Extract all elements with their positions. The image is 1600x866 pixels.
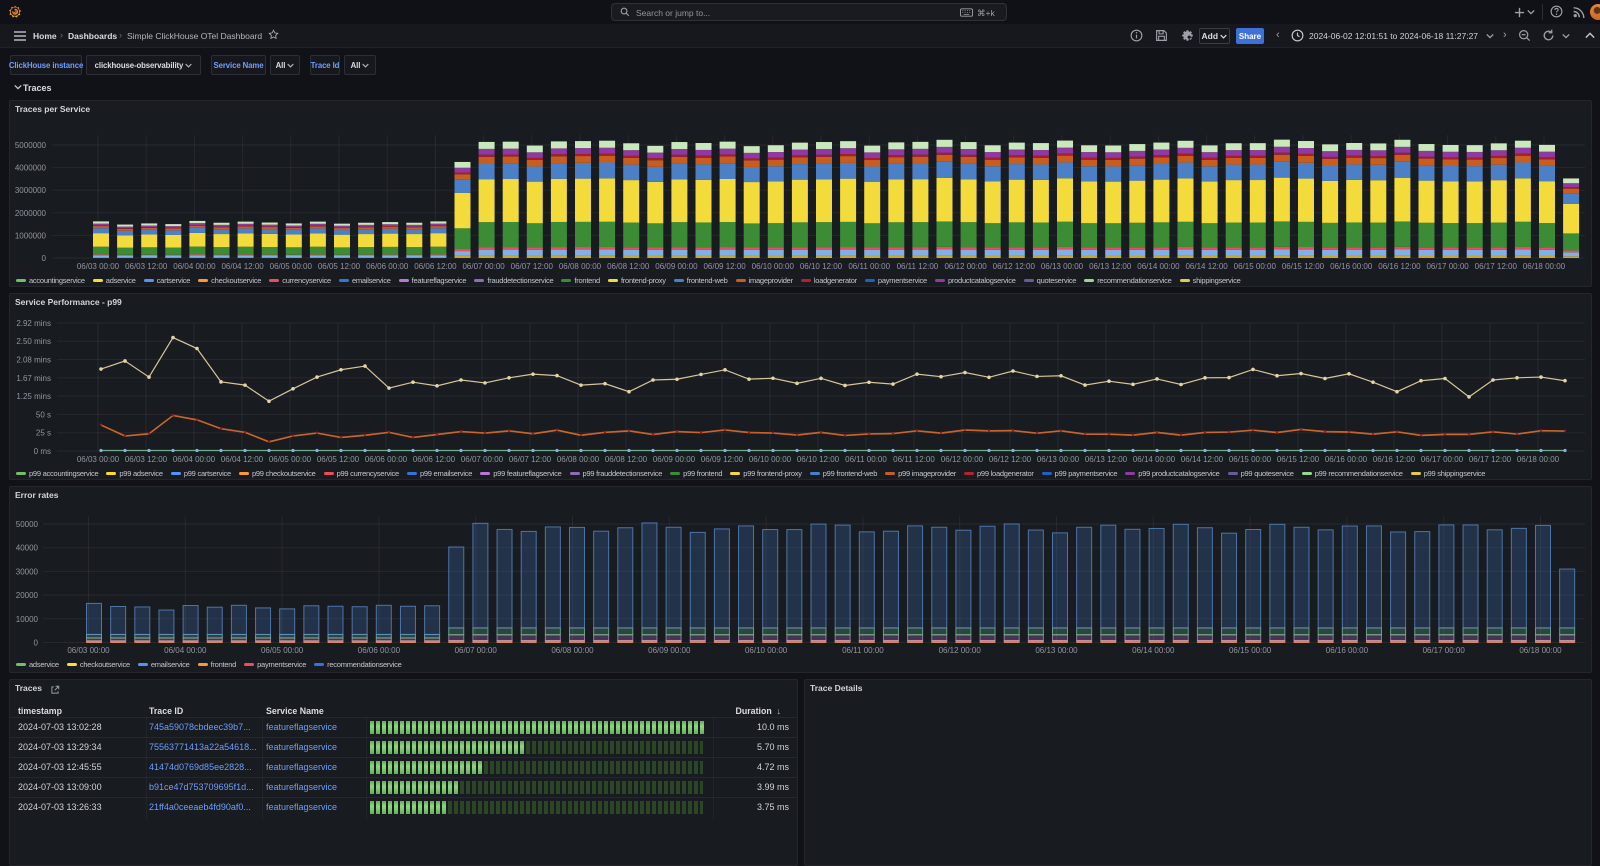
svg-text:06/03 00:00: 06/03 00:00 bbox=[77, 262, 120, 271]
svg-text:06/04 00:00: 06/04 00:00 bbox=[173, 455, 216, 464]
svg-text:06/09 00:00: 06/09 00:00 bbox=[653, 455, 696, 464]
svg-text:06/11 12:00: 06/11 12:00 bbox=[893, 455, 935, 464]
svg-text:06/14 12:00: 06/14 12:00 bbox=[1181, 455, 1224, 464]
svg-text:06/12 00:00: 06/12 00:00 bbox=[941, 455, 984, 464]
svg-text:06/07 00:00: 06/07 00:00 bbox=[455, 646, 498, 655]
svg-text:06/16 00:00: 06/16 00:00 bbox=[1326, 646, 1369, 655]
svg-text:06/09 00:00: 06/09 00:00 bbox=[648, 646, 691, 655]
svg-text:06/15 12:00: 06/15 12:00 bbox=[1277, 455, 1320, 464]
svg-text:06/11 00:00: 06/11 00:00 bbox=[845, 455, 887, 464]
svg-text:06/04 00:00: 06/04 00:00 bbox=[173, 262, 216, 271]
svg-text:2.92 mins: 2.92 mins bbox=[16, 319, 51, 328]
svg-text:06/18 00:00: 06/18 00:00 bbox=[1519, 646, 1562, 655]
svg-text:06/09 12:00: 06/09 12:00 bbox=[703, 262, 746, 271]
svg-text:06/03 00:00: 06/03 00:00 bbox=[67, 646, 110, 655]
svg-text:06/17 00:00: 06/17 00:00 bbox=[1421, 455, 1464, 464]
svg-text:06/10 12:00: 06/10 12:00 bbox=[797, 455, 840, 464]
svg-text:06/15 00:00: 06/15 00:00 bbox=[1229, 455, 1272, 464]
svg-text:06/07 12:00: 06/07 12:00 bbox=[511, 262, 554, 271]
svg-text:06/05 00:00: 06/05 00:00 bbox=[269, 455, 312, 464]
svg-text:06/11 00:00: 06/11 00:00 bbox=[842, 646, 884, 655]
svg-text:20000: 20000 bbox=[16, 591, 39, 600]
svg-text:06/11 00:00: 06/11 00:00 bbox=[848, 262, 890, 271]
svg-text:06/08 12:00: 06/08 12:00 bbox=[607, 262, 650, 271]
svg-text:2000000: 2000000 bbox=[15, 209, 47, 218]
svg-text:06/16 00:00: 06/16 00:00 bbox=[1330, 262, 1373, 271]
svg-text:06/16 12:00: 06/16 12:00 bbox=[1378, 262, 1421, 271]
svg-text:4000000: 4000000 bbox=[15, 164, 47, 173]
svg-text:06/07 12:00: 06/07 12:00 bbox=[509, 455, 552, 464]
svg-text:06/17 00:00: 06/17 00:00 bbox=[1423, 646, 1466, 655]
svg-text:5000000: 5000000 bbox=[15, 141, 47, 150]
svg-text:06/06 00:00: 06/06 00:00 bbox=[366, 262, 409, 271]
svg-text:06/06 12:00: 06/06 12:00 bbox=[414, 262, 457, 271]
svg-text:0: 0 bbox=[34, 639, 39, 648]
svg-text:50000: 50000 bbox=[16, 520, 39, 529]
svg-text:06/13 12:00: 06/13 12:00 bbox=[1085, 455, 1128, 464]
svg-text:1.67 mins: 1.67 mins bbox=[16, 374, 51, 383]
svg-text:06/07 00:00: 06/07 00:00 bbox=[461, 455, 504, 464]
svg-text:06/15 00:00: 06/15 00:00 bbox=[1234, 262, 1277, 271]
svg-text:06/17 12:00: 06/17 12:00 bbox=[1475, 262, 1518, 271]
svg-text:06/03 12:00: 06/03 12:00 bbox=[125, 455, 168, 464]
svg-text:06/12 00:00: 06/12 00:00 bbox=[939, 646, 982, 655]
svg-text:06/10 00:00: 06/10 00:00 bbox=[752, 262, 795, 271]
svg-text:06/08 00:00: 06/08 00:00 bbox=[559, 262, 602, 271]
svg-text:06/14 00:00: 06/14 00:00 bbox=[1132, 646, 1175, 655]
svg-text:06/18 00:00: 06/18 00:00 bbox=[1523, 262, 1566, 271]
svg-text:06/16 00:00: 06/16 00:00 bbox=[1325, 455, 1368, 464]
svg-text:06/03 12:00: 06/03 12:00 bbox=[125, 262, 168, 271]
svg-text:06/04 00:00: 06/04 00:00 bbox=[164, 646, 207, 655]
svg-text:06/12 00:00: 06/12 00:00 bbox=[944, 262, 987, 271]
svg-text:06/10 00:00: 06/10 00:00 bbox=[749, 455, 792, 464]
svg-text:06/09 12:00: 06/09 12:00 bbox=[701, 455, 744, 464]
svg-text:06/12 12:00: 06/12 12:00 bbox=[989, 455, 1032, 464]
svg-text:06/13 00:00: 06/13 00:00 bbox=[1035, 646, 1078, 655]
svg-text:06/06 12:00: 06/06 12:00 bbox=[413, 455, 456, 464]
svg-text:06/05 12:00: 06/05 12:00 bbox=[317, 455, 360, 464]
svg-text:50 s: 50 s bbox=[36, 410, 51, 419]
svg-text:06/14 12:00: 06/14 12:00 bbox=[1185, 262, 1228, 271]
svg-text:06/08 12:00: 06/08 12:00 bbox=[605, 455, 648, 464]
svg-text:06/15 12:00: 06/15 12:00 bbox=[1282, 262, 1325, 271]
svg-text:06/10 00:00: 06/10 00:00 bbox=[745, 646, 788, 655]
svg-text:06/13 00:00: 06/13 00:00 bbox=[1041, 262, 1084, 271]
svg-text:3000000: 3000000 bbox=[15, 186, 47, 195]
svg-text:06/05 00:00: 06/05 00:00 bbox=[261, 646, 304, 655]
svg-text:06/12 12:00: 06/12 12:00 bbox=[993, 262, 1036, 271]
svg-text:0: 0 bbox=[42, 254, 47, 263]
svg-text:25 s: 25 s bbox=[36, 429, 51, 438]
svg-text:2.50 mins: 2.50 mins bbox=[16, 337, 51, 346]
svg-text:1.25 mins: 1.25 mins bbox=[16, 392, 51, 401]
svg-text:06/06 00:00: 06/06 00:00 bbox=[358, 646, 401, 655]
svg-text:06/07 00:00: 06/07 00:00 bbox=[462, 262, 505, 271]
svg-text:06/08 00:00: 06/08 00:00 bbox=[551, 646, 594, 655]
svg-text:06/13 00:00: 06/13 00:00 bbox=[1037, 455, 1080, 464]
svg-text:06/04 12:00: 06/04 12:00 bbox=[221, 455, 264, 464]
svg-text:10000: 10000 bbox=[16, 615, 39, 624]
svg-text:1000000: 1000000 bbox=[15, 231, 47, 240]
svg-text:06/13 12:00: 06/13 12:00 bbox=[1089, 262, 1132, 271]
svg-text:06/14 00:00: 06/14 00:00 bbox=[1133, 455, 1176, 464]
svg-text:06/06 00:00: 06/06 00:00 bbox=[365, 455, 408, 464]
svg-text:06/09 00:00: 06/09 00:00 bbox=[655, 262, 698, 271]
svg-text:30000: 30000 bbox=[16, 567, 39, 576]
svg-text:06/08 00:00: 06/08 00:00 bbox=[557, 455, 600, 464]
svg-text:0 ms: 0 ms bbox=[34, 447, 51, 456]
svg-text:06/04 12:00: 06/04 12:00 bbox=[221, 262, 264, 271]
svg-text:06/15 00:00: 06/15 00:00 bbox=[1229, 646, 1272, 655]
svg-text:40000: 40000 bbox=[16, 544, 39, 553]
svg-text:2.08 mins: 2.08 mins bbox=[16, 356, 51, 365]
svg-text:06/05 00:00: 06/05 00:00 bbox=[270, 262, 313, 271]
svg-text:06/03 00:00: 06/03 00:00 bbox=[77, 455, 120, 464]
svg-text:06/16 12:00: 06/16 12:00 bbox=[1373, 455, 1416, 464]
svg-text:06/17 12:00: 06/17 12:00 bbox=[1469, 455, 1512, 464]
svg-text:06/18 00:00: 06/18 00:00 bbox=[1517, 455, 1560, 464]
svg-text:06/14 00:00: 06/14 00:00 bbox=[1137, 262, 1180, 271]
svg-text:06/17 00:00: 06/17 00:00 bbox=[1426, 262, 1469, 271]
svg-text:06/05 12:00: 06/05 12:00 bbox=[318, 262, 361, 271]
svg-text:06/11 12:00: 06/11 12:00 bbox=[897, 262, 939, 271]
svg-text:06/10 12:00: 06/10 12:00 bbox=[800, 262, 843, 271]
